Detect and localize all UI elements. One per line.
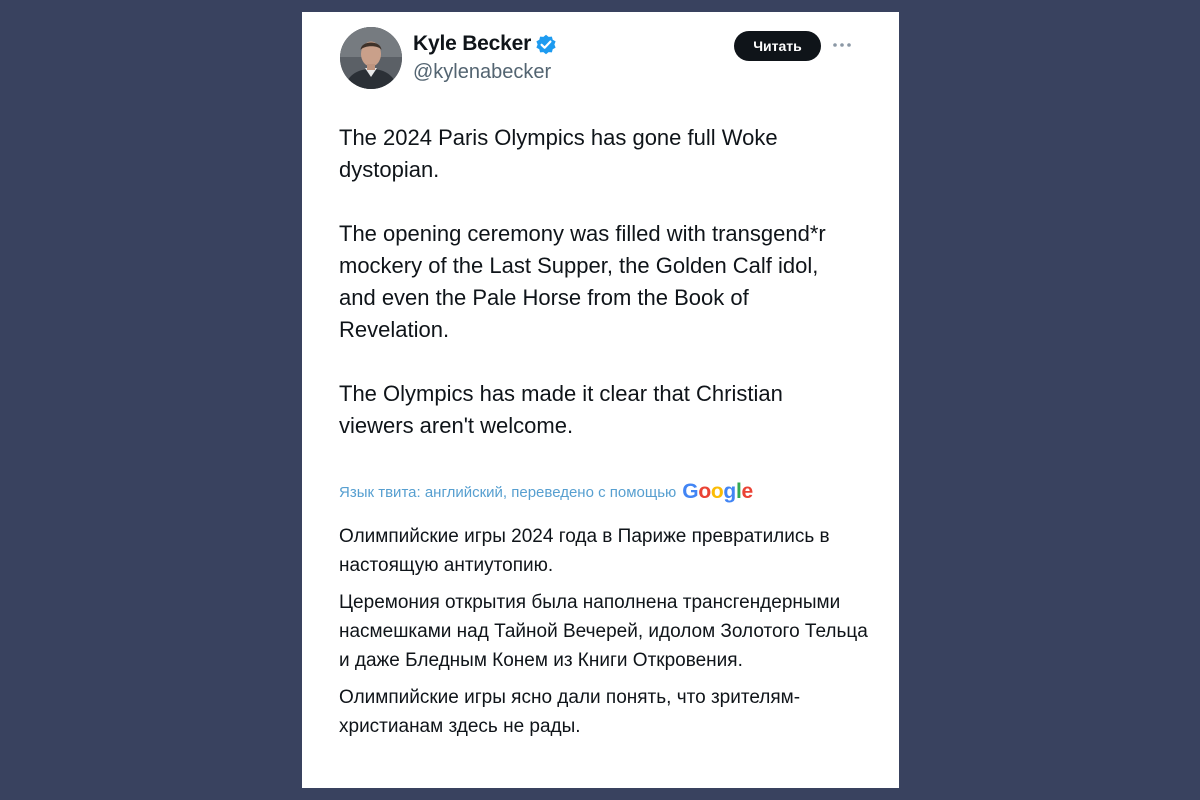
tweet-paragraph: The 2024 Paris Olympics has gone full Wo… [339,125,778,182]
author-handle[interactable]: @kylenabecker [413,61,551,84]
avatar[interactable] [340,27,402,89]
translated-text: Олимпийские игры 2024 года в Париже прев… [339,522,869,749]
tweet-text: The 2024 Paris Olympics has gone full Wo… [339,122,859,442]
translated-paragraph: Церемония открытия была наполнена трансг… [339,592,868,671]
google-logo: Google [682,480,753,504]
translation-attribution[interactable]: Язык твита: английский, переведено с пом… [339,478,753,506]
tweet-card: Kyle Becker @kylenabecker Читать The 202… [302,12,899,788]
google-logo-letter: o [710,480,724,503]
translated-paragraph: Олимпийские игры ясно дали понять, что з… [339,687,801,737]
ellipsis-icon[interactable] [831,34,853,56]
follow-button[interactable]: Читать [734,31,821,61]
author-name[interactable]: Kyle Becker [413,32,531,56]
google-logo-letter: G [682,480,699,503]
google-logo-letter: e [741,480,753,503]
google-logo-letter: o [698,480,711,503]
google-logo-letter: g [723,480,736,503]
tweet-paragraph: The opening ceremony was filled with tra… [339,221,826,342]
translation-label: Язык твита: английский, переведено с пом… [339,483,677,501]
tweet-paragraph: The Olympics has made it clear that Chri… [339,381,783,438]
verified-badge-icon [536,34,556,55]
translated-paragraph: Олимпийские игры 2024 года в Париже прев… [339,526,830,576]
profile-photo-icon [340,27,402,89]
